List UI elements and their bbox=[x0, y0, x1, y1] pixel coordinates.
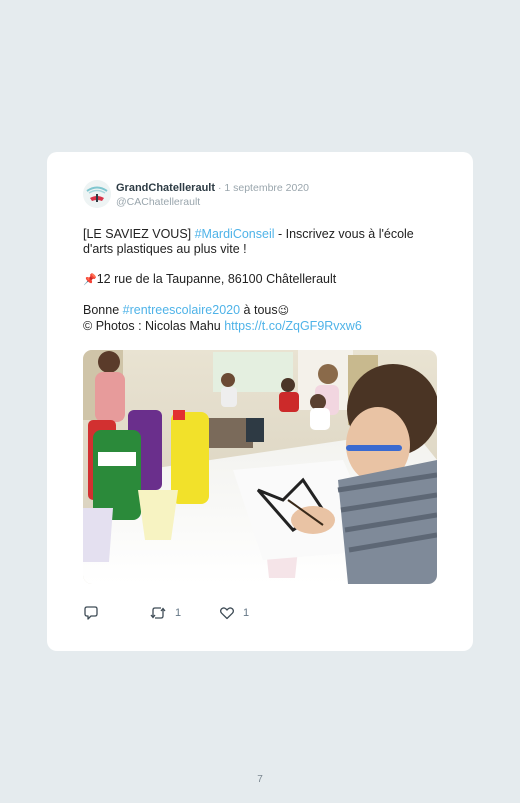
text-segment: à tous bbox=[240, 303, 278, 317]
tweet-line-address: 📌12 rue de la Taupanne, 86100 Châtellera… bbox=[83, 272, 445, 288]
photo-credit: Photos : Nicolas Mahu bbox=[92, 319, 225, 333]
text-segment: Bonne bbox=[83, 303, 123, 317]
tweet-link[interactable]: https://t.co/ZqGF9Rvxw6 bbox=[224, 319, 362, 333]
page-number: 7 bbox=[257, 774, 263, 785]
copyright-icon: © bbox=[83, 319, 93, 333]
address-text: 12 rue de la Taupanne, 86100 Châtellerau… bbox=[96, 272, 337, 286]
author-line: GrandChatellerault · 1 septembre 2020 bbox=[116, 181, 309, 195]
tweet-date[interactable]: 1 septembre 2020 bbox=[224, 182, 309, 194]
logo-icon bbox=[83, 180, 111, 208]
meta-separator: · bbox=[215, 182, 225, 194]
author-handle[interactable]: @CAChatellerault bbox=[116, 195, 200, 209]
tweet-line-credit: © Photos : Nicolas Mahu https://t.co/ZqG… bbox=[83, 319, 445, 334]
tweet-line-greeting: Bonne #rentreescolaire2020 à tous😉 bbox=[83, 303, 445, 319]
tweet-text: [LE SAVIEZ VOUS] #MardiConseil - Inscriv… bbox=[83, 227, 445, 334]
like-button[interactable]: 1 bbox=[219, 605, 249, 621]
heart-icon bbox=[220, 607, 234, 620]
children-painting-image bbox=[83, 350, 437, 584]
reply-button[interactable] bbox=[83, 605, 99, 621]
wink-emoji-icon: 😉 bbox=[277, 305, 290, 317]
pushpin-icon: 📌 bbox=[83, 274, 97, 286]
text-segment: [LE SAVIEZ VOUS] bbox=[83, 227, 195, 241]
tweet-photo[interactable] bbox=[83, 350, 437, 584]
hashtag-mardiconseil[interactable]: #MardiConseil bbox=[195, 227, 275, 241]
reply-icon bbox=[84, 606, 98, 620]
retweet-count: 1 bbox=[175, 607, 182, 619]
tweet-card: GrandChatellerault · 1 septembre 2020 @C… bbox=[47, 152, 473, 651]
tweet-actions: 1 1 bbox=[83, 605, 283, 621]
tweet-line-intro: [LE SAVIEZ VOUS] #MardiConseil - Inscriv… bbox=[83, 227, 445, 257]
like-count: 1 bbox=[243, 607, 250, 619]
hashtag-rentreescolaire[interactable]: #rentreescolaire2020 bbox=[123, 303, 240, 317]
retweet-button[interactable]: 1 bbox=[149, 605, 181, 621]
author-name[interactable]: GrandChatellerault bbox=[116, 182, 215, 194]
avatar[interactable] bbox=[83, 180, 111, 208]
retweet-icon bbox=[150, 607, 166, 619]
